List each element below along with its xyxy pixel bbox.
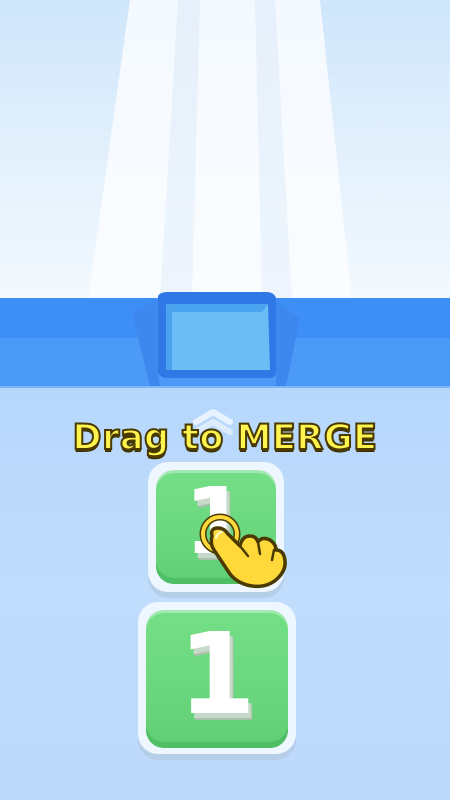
hand-pointer-icon <box>199 513 287 589</box>
runway-track <box>88 0 352 300</box>
game-scene: Drag to MERGE 1 1 <box>0 0 450 800</box>
tile-value: 1 <box>178 610 256 740</box>
wall-top <box>0 298 450 338</box>
wall-edge <box>0 386 450 388</box>
wall-face <box>0 338 450 386</box>
merge-instruction: Drag to MERGE <box>72 417 378 459</box>
number-tile[interactable]: 1 <box>138 602 296 760</box>
